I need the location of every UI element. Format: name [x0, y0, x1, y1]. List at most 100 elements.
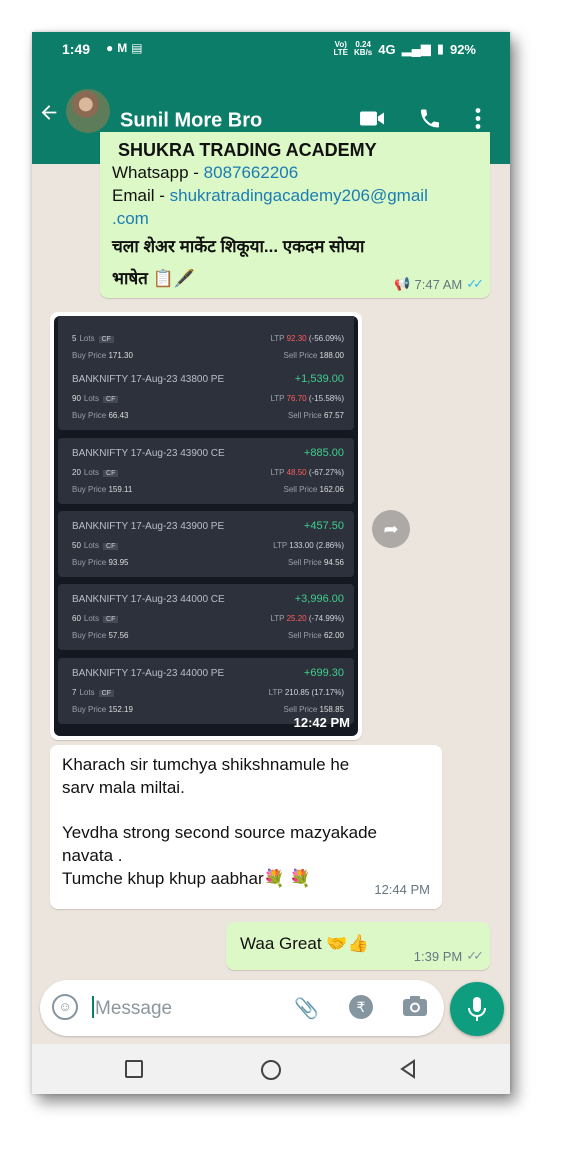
email-link-tail[interactable]: .com	[112, 207, 478, 230]
message-input[interactable]: Message	[92, 996, 172, 1020]
message-meta: 📢 7:47 AM ✓✓	[394, 276, 484, 292]
trade-pnl: +3,996.00	[294, 593, 344, 605]
trade-symbol: BANKNIFTY 17-Aug-23 44000 CE	[72, 594, 225, 605]
whatsapp-line: Whatsapp - 8087662206	[112, 163, 299, 182]
trade-sell-price: Sell Price 94.56	[287, 558, 344, 567]
double-check-icon: ✓✓	[466, 276, 484, 291]
message-bubble-outgoing[interactable]: Waa Great 🤝👍 1:39 PM ✓✓	[226, 922, 490, 970]
trade-buy-price: Buy Price 57.56	[72, 631, 129, 640]
phone-link[interactable]: 8087662206	[204, 163, 299, 182]
camera-icon[interactable]	[402, 995, 428, 1023]
message-line: navata .	[62, 846, 123, 865]
svg-text:₹: ₹	[357, 1000, 366, 1016]
trade-lots: 90 Lots CF	[72, 394, 119, 403]
network-speed: 0.24 KB/s	[354, 40, 373, 57]
back-arrow-icon[interactable]	[38, 102, 60, 131]
battery-level: 92%	[449, 41, 476, 57]
trade-card: 5 Lots CF LTP 92.30 (-56.09%) Buy Price 171.…	[58, 316, 354, 370]
trade-pnl: +699.30	[303, 667, 344, 679]
image-time: 12:42 PM	[293, 715, 350, 730]
back-triangle-icon[interactable]	[398, 1059, 418, 1084]
message-line: sarv mala miltai.	[62, 778, 185, 797]
message-line: Kharach sir tumchya shikshnamule he	[62, 755, 350, 774]
message-time: 12:44 PM	[374, 882, 430, 897]
message-text: Waa Great	[240, 934, 327, 953]
contact-name[interactable]: Sunil More Bro	[120, 110, 262, 133]
bouquet-emoji: 💐 💐	[263, 869, 311, 888]
message-time: 7:47 AM	[414, 276, 463, 292]
signal-icon: ▂▄▆	[401, 41, 431, 56]
phone-screen: 1:49 ●M▤ Vo) LTE 0.24 KB/s 4G ▂▄▆ ▮ 92% Su…	[32, 32, 510, 1094]
trade-card: BANKNIFTY 17-Aug-23 43900 PE +457.50 50 Lot…	[58, 511, 354, 577]
message-time: 1:39 PM	[413, 948, 463, 964]
trade-ltp: LTP 25.20 (-74.99%)	[270, 614, 344, 623]
trade-symbol: BANKNIFTY 17-Aug-23 44000 PE	[72, 668, 225, 679]
trade-pnl: +1,539.00	[294, 373, 344, 385]
trade-card: BANKNIFTY 17-Aug-23 43800 PE +1,539.00 90 L…	[58, 364, 354, 430]
trade-lots: 5 Lots CF	[72, 334, 114, 343]
status-bar: 1:49 ●M▤ Vo) LTE 0.24 KB/s 4G ▂▄▆ ▮ 92%	[32, 32, 510, 66]
email-line: Email - shukratradingacademy206@gmail	[112, 186, 428, 205]
attach-icon[interactable]: 📎	[294, 996, 319, 1021]
mic-button[interactable]	[450, 982, 504, 1036]
cf-badge: CF	[103, 396, 119, 403]
trade-buy-price: Buy Price 159.11	[72, 485, 133, 494]
cf-badge: CF	[103, 470, 119, 477]
trade-buy-price: Buy Price 152.19	[72, 705, 133, 714]
cf-badge: CF	[98, 690, 114, 697]
trade-buy-price: Buy Price 93.95	[72, 558, 129, 567]
message-bubble-incoming[interactable]: Kharach sir tumchya shikshnamule he sarv…	[50, 745, 442, 909]
more-options-icon[interactable]	[474, 108, 482, 135]
trade-sell-price: Sell Price 67.57	[287, 411, 344, 420]
home-icon[interactable]	[260, 1059, 282, 1086]
chat-area: SHUKRA TRADING ACADEMY Whatsapp - 808766…	[32, 132, 510, 994]
megaphone-icon: 📢	[394, 276, 411, 291]
marathi-line-1: चला शेअर मार्केट शिकूया... एकदम सोप्या	[112, 237, 365, 256]
rupee-payment-icon[interactable]: ₹	[348, 994, 374, 1026]
avatar[interactable]	[66, 89, 110, 133]
video-call-icon[interactable]	[358, 108, 386, 135]
gmail-icon: M	[117, 41, 132, 55]
recents-icon[interactable]	[124, 1059, 144, 1084]
trade-sell-price: Sell Price 188.00	[283, 351, 345, 360]
trade-sell-price: Sell Price 62.00	[287, 631, 344, 640]
message-composer[interactable]: ☺ Message 📎 ₹	[40, 980, 444, 1036]
trade-lots: 60 Lots CF	[72, 614, 119, 623]
cf-badge: CF	[98, 336, 114, 343]
trade-symbol: BANKNIFTY 17-Aug-23 43900 PE	[72, 521, 225, 532]
trade-ltp: LTP 92.30 (-56.09%)	[270, 334, 344, 343]
message-meta: 1:39 PM ✓✓	[413, 948, 484, 964]
image-message[interactable]: BANKNIFTY 17-Aug-23 44000 PE +699.30 7 Lots…	[50, 312, 362, 740]
forward-icon[interactable]: ➦	[372, 510, 410, 548]
trade-symbol: BANKNIFTY 17-Aug-23 43900 CE	[72, 448, 225, 459]
emoji-icon[interactable]: ☺	[52, 994, 78, 1020]
network-type: 4G	[378, 41, 396, 57]
message-bubble-outgoing[interactable]: SHUKRA TRADING ACADEMY Whatsapp - 808766…	[100, 132, 490, 298]
trade-pnl: +885.00	[303, 447, 344, 459]
trade-lots: 7 Lots CF	[72, 688, 114, 697]
status-right: Vo) LTE 0.24 KB/s 4G ▂▄▆ ▮ 92%	[334, 41, 477, 57]
trade-buy-price: Buy Price 171.30	[72, 351, 133, 360]
system-nav-bar	[32, 1044, 510, 1094]
cf-badge: CF	[103, 543, 119, 550]
email-link[interactable]: shukratradingacademy206@gmail	[170, 186, 428, 205]
positions-screenshot[interactable]: BANKNIFTY 17-Aug-23 44000 PE +699.30 7 Lots…	[54, 316, 358, 736]
chat-bubble-icon: ●	[106, 41, 118, 55]
trade-ltp: LTP 210.85 (17.17%)	[268, 688, 344, 697]
trade-lots: 50 Lots CF	[72, 541, 119, 550]
trade-card: BANKNIFTY 17-Aug-23 44000 CE +3,996.00 60 L…	[58, 584, 354, 650]
notification-icons: ●M▤	[106, 41, 147, 55]
trade-buy-price: Buy Price 66.43	[72, 411, 129, 420]
trade-ltp: LTP 133.00 (2.86%)	[273, 541, 344, 550]
trade-card: BANKNIFTY 17-Aug-23 43900 CE +885.00 20 Lot…	[58, 438, 354, 504]
trade-sell-price: Sell Price 162.06	[283, 485, 345, 494]
message-line: Yevdha strong second source mazyakade	[62, 823, 378, 842]
trade-sell-price: Sell Price 158.85	[283, 705, 345, 714]
message-title: SHUKRA TRADING ACADEMY	[118, 140, 377, 160]
news-icon: ▤	[131, 41, 147, 55]
handshake-thumbs-emoji: 🤝👍	[326, 934, 369, 953]
clipboard-pen-emoji: 📋🖋️	[152, 269, 195, 288]
trade-ltp: LTP 76.70 (-15.58%)	[270, 394, 344, 403]
status-time: 1:49	[62, 41, 91, 57]
trade-pnl: +457.50	[303, 520, 344, 532]
